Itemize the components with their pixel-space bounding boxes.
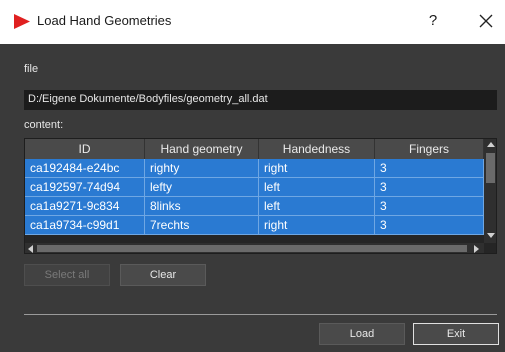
table-row[interactable]: ca192597-74d94 lefty left 3 <box>25 178 484 197</box>
column-header-hand-geometry[interactable]: Hand geometry <box>145 139 259 159</box>
table-row[interactable]: ca1a9271-9c834 8links left 3 <box>25 197 484 216</box>
cell-handedness: left <box>259 197 375 216</box>
file-path-field[interactable]: D:/Eigene Dokumente/Bodyfiles/geometry_a… <box>24 90 497 110</box>
cell-handedness: right <box>259 159 375 178</box>
close-icon[interactable] <box>476 11 496 31</box>
cell-id: ca192597-74d94 <box>25 178 145 197</box>
cell-fingers: 3 <box>375 216 484 235</box>
cell-handedness: right <box>259 216 375 235</box>
title-bar[interactable]: Load Hand Geometries ? <box>0 0 505 44</box>
app-logo-icon <box>14 14 30 29</box>
help-button[interactable]: ? <box>425 12 441 29</box>
horizontal-scrollbar[interactable] <box>25 243 484 253</box>
cell-id: ca192484-e24bc <box>25 159 145 178</box>
exit-button[interactable]: Exit <box>413 323 499 345</box>
separator-line <box>24 314 497 315</box>
content-label: content: <box>24 119 64 131</box>
horizontal-scroll-thumb[interactable] <box>37 245 467 252</box>
scroll-down-icon[interactable] <box>487 233 495 238</box>
table-row[interactable]: ca192484-e24bc righty right 3 <box>25 159 484 178</box>
cell-hand-geometry: righty <box>145 159 259 178</box>
window-title: Load Hand Geometries <box>37 13 172 28</box>
scroll-right-icon[interactable] <box>474 245 479 253</box>
cell-fingers: 3 <box>375 178 484 197</box>
cell-handedness: left <box>259 178 375 197</box>
cell-id: ca1a9734-c99d1 <box>25 216 145 235</box>
column-header-handedness[interactable]: Handedness <box>259 139 375 159</box>
geometry-table[interactable]: ID Hand geometry Handedness Fingers ca19… <box>24 138 497 254</box>
cell-hand-geometry: 8links <box>145 197 259 216</box>
scroll-left-icon[interactable] <box>28 245 33 253</box>
table-row[interactable]: ca1a9734-c99d1 7rechts right 3 <box>25 216 484 235</box>
select-all-button[interactable]: Select all <box>24 264 110 286</box>
load-button[interactable]: Load <box>319 323 405 345</box>
cell-fingers: 3 <box>375 197 484 216</box>
vertical-scroll-thumb[interactable] <box>486 153 495 183</box>
clear-button[interactable]: Clear <box>120 264 206 286</box>
column-header-id[interactable]: ID <box>25 139 145 159</box>
cell-hand-geometry: lefty <box>145 178 259 197</box>
cell-id: ca1a9271-9c834 <box>25 197 145 216</box>
column-header-fingers[interactable]: Fingers <box>375 139 484 159</box>
cell-fingers: 3 <box>375 159 484 178</box>
dialog-body: file D:/Eigene Dokumente/Bodyfiles/geome… <box>0 44 505 352</box>
table-header: ID Hand geometry Handedness Fingers <box>25 139 484 159</box>
vertical-scrollbar[interactable] <box>484 139 496 243</box>
file-label: file <box>24 63 39 75</box>
scroll-up-icon[interactable] <box>487 142 495 147</box>
cell-hand-geometry: 7rechts <box>145 216 259 235</box>
